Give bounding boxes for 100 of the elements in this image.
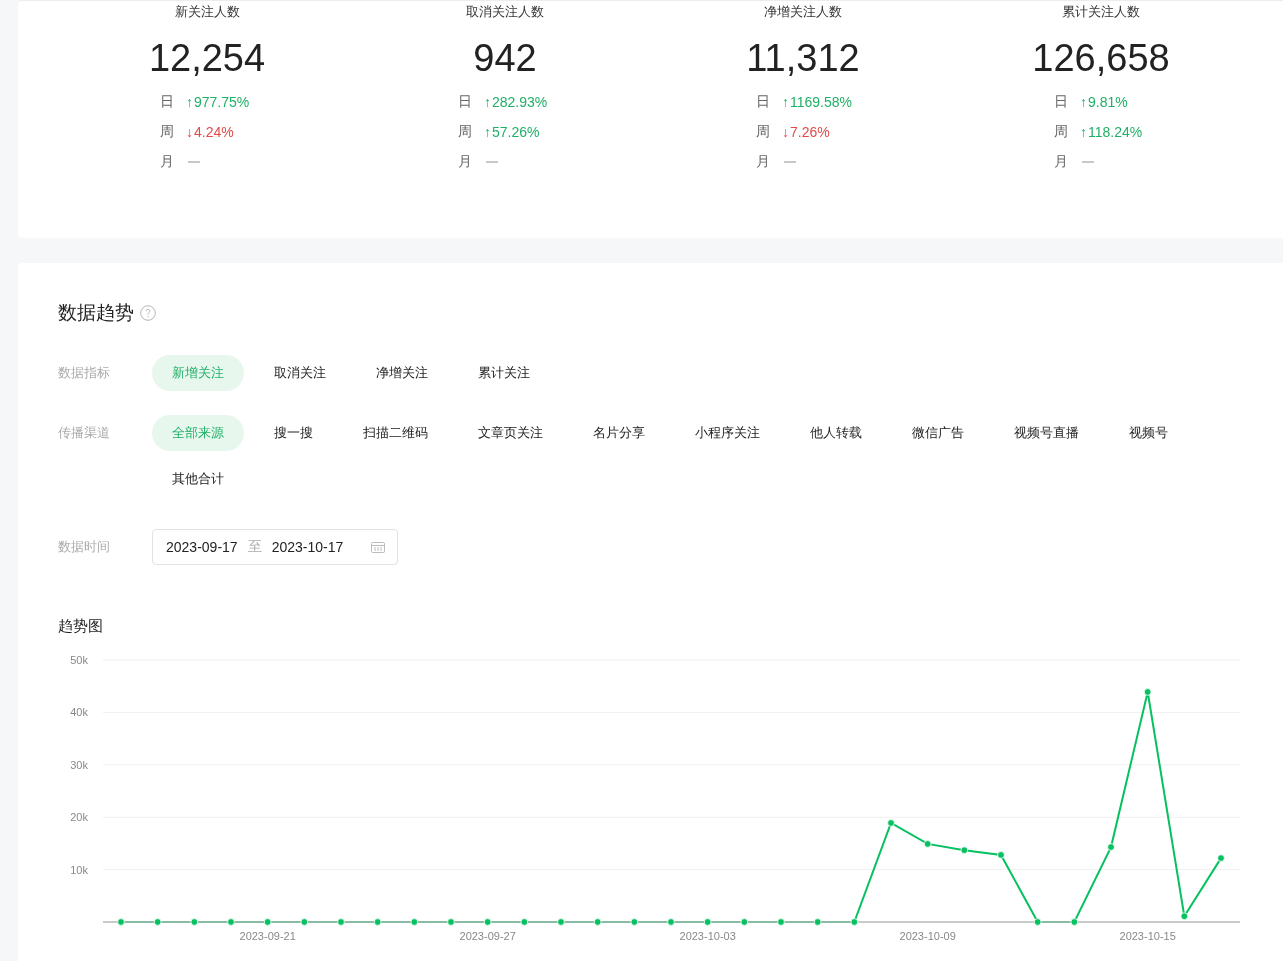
up-arrow-icon: ↑ bbox=[484, 124, 491, 140]
up-arrow-icon: ↑ bbox=[484, 94, 491, 110]
filter-option[interactable]: 其他合计 bbox=[152, 461, 244, 497]
data-point bbox=[117, 918, 125, 926]
change-value: 1169.58% bbox=[790, 94, 852, 110]
stat-value: 942 bbox=[472, 36, 538, 80]
stat-title: 新关注人数 bbox=[173, 3, 241, 21]
filter-label: 数据指标 bbox=[58, 364, 111, 382]
data-point bbox=[850, 918, 859, 926]
change-value: 4.24% bbox=[194, 124, 234, 140]
period-label: 周 bbox=[1054, 123, 1069, 141]
y-axis-label: 40k bbox=[70, 706, 88, 719]
no-data-dash bbox=[188, 161, 200, 163]
stat-value: 12,254 bbox=[147, 36, 267, 80]
section-title: 数据趋势 bbox=[58, 301, 134, 325]
data-point bbox=[923, 840, 932, 848]
up-arrow-icon: ↑ bbox=[1080, 94, 1087, 110]
no-data-dash bbox=[784, 161, 796, 163]
data-point bbox=[667, 918, 675, 926]
x-axis-label: 2023-10-09 bbox=[899, 930, 956, 942]
no-data-dash bbox=[486, 161, 498, 163]
filter-option[interactable]: 净增关注 bbox=[356, 355, 448, 391]
filter-option[interactable]: 小程序关注 bbox=[675, 415, 780, 451]
up-arrow-icon: ↑ bbox=[782, 94, 789, 110]
filter-option[interactable]: 微信广告 bbox=[892, 415, 984, 451]
period-label: 周 bbox=[458, 123, 473, 141]
period-label: 月 bbox=[756, 153, 771, 171]
change-value: 977.75% bbox=[194, 94, 250, 110]
data-point bbox=[997, 851, 1005, 859]
filter-option[interactable]: 累计关注 bbox=[458, 355, 550, 391]
period-label: 月 bbox=[1054, 153, 1069, 171]
data-point bbox=[263, 918, 272, 926]
data-point bbox=[153, 918, 162, 926]
data-point bbox=[777, 918, 785, 926]
data-point bbox=[520, 918, 529, 926]
data-point bbox=[1180, 912, 1189, 921]
period-label: 日 bbox=[458, 93, 473, 111]
y-axis-label: 30k bbox=[70, 758, 88, 771]
down-arrow-icon: ↓ bbox=[186, 124, 193, 140]
x-axis-label: 2023-10-03 bbox=[679, 930, 736, 942]
data-point bbox=[813, 918, 822, 926]
period-label: 日 bbox=[160, 93, 175, 111]
data-point bbox=[887, 819, 895, 827]
filter-option[interactable]: 扫描二维码 bbox=[343, 415, 448, 451]
x-axis-label: 2023-09-21 bbox=[239, 930, 296, 942]
data-point bbox=[337, 918, 345, 926]
no-data-dash bbox=[1082, 161, 1094, 163]
period-label: 周 bbox=[756, 123, 771, 141]
period-label: 日 bbox=[1054, 93, 1069, 111]
change-value: 7.26% bbox=[790, 124, 830, 140]
data-point bbox=[593, 918, 602, 926]
calendar-icon bbox=[371, 541, 385, 553]
y-axis-label: 10k bbox=[70, 863, 88, 876]
filter-option[interactable]: 文章页关注 bbox=[458, 415, 563, 451]
filter-option[interactable]: 他人转载 bbox=[790, 415, 882, 451]
data-point bbox=[483, 918, 492, 926]
period-label: 月 bbox=[458, 153, 473, 171]
data-point bbox=[557, 918, 565, 926]
stat-value: 126,658 bbox=[1031, 36, 1171, 80]
stat-title: 取消关注人数 bbox=[465, 3, 545, 21]
change-value: 118.24% bbox=[1088, 124, 1143, 140]
period-label: 月 bbox=[160, 153, 175, 171]
stat-value: 11,312 bbox=[745, 36, 861, 80]
filter-option[interactable]: 搜一搜 bbox=[254, 415, 333, 451]
up-arrow-icon: ↑ bbox=[1080, 124, 1087, 140]
up-arrow-icon: ↑ bbox=[186, 94, 193, 110]
data-point bbox=[1070, 918, 1079, 926]
filter-option[interactable]: 视频号 bbox=[1109, 415, 1188, 451]
data-point bbox=[373, 918, 382, 926]
y-axis-label: 20k bbox=[70, 811, 88, 824]
period-label: 日 bbox=[756, 93, 771, 111]
stat-title: 净增关注人数 bbox=[763, 3, 843, 21]
filter-option[interactable]: 名片分享 bbox=[573, 415, 665, 451]
filter-option[interactable]: 视频号直播 bbox=[994, 415, 1099, 451]
filter-label: 数据时间 bbox=[58, 538, 111, 556]
x-axis-label: 2023-09-27 bbox=[459, 930, 516, 942]
change-value: 9.81% bbox=[1088, 94, 1128, 110]
change-value: 282.93% bbox=[492, 94, 548, 110]
data-point bbox=[410, 918, 419, 926]
data-point bbox=[1107, 843, 1115, 851]
y-axis-label: 50k bbox=[70, 654, 88, 666]
data-point bbox=[1217, 854, 1225, 862]
period-label: 周 bbox=[160, 123, 175, 141]
chart-title: 趋势图 bbox=[58, 617, 104, 636]
data-point bbox=[447, 918, 455, 926]
down-arrow-icon: ↓ bbox=[782, 124, 789, 140]
date-range-field[interactable]: 2023-09-17 至 2023-10-17 bbox=[152, 529, 398, 565]
data-point bbox=[300, 918, 309, 926]
change-value: 57.26% bbox=[492, 124, 540, 140]
data-point bbox=[1143, 688, 1152, 696]
stat-title: 累计关注人数 bbox=[1061, 3, 1141, 21]
data-point bbox=[703, 918, 712, 926]
help-icon[interactable] bbox=[140, 305, 156, 321]
data-point bbox=[740, 918, 749, 926]
data-point bbox=[227, 918, 235, 926]
data-point bbox=[190, 918, 199, 926]
filter-option[interactable]: 取消关注 bbox=[254, 355, 346, 391]
data-point bbox=[960, 846, 969, 854]
data-point bbox=[630, 918, 639, 926]
x-axis-label: 2023-10-15 bbox=[1119, 930, 1176, 942]
